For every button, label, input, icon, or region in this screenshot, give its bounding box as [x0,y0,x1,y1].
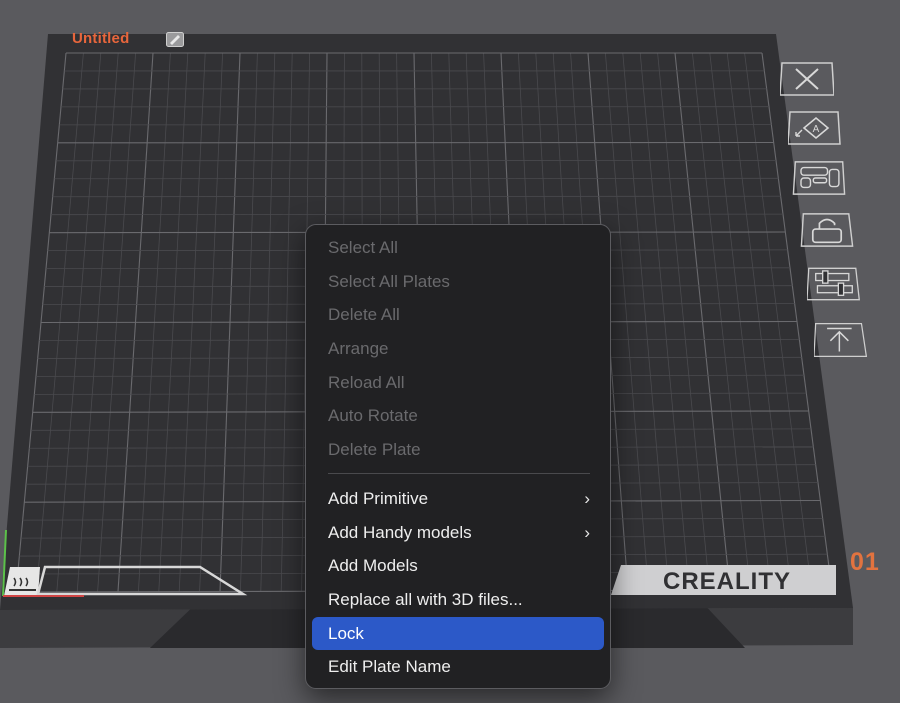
menu-item-edit-plate-name[interactable]: Edit Plate Name [312,650,604,684]
brand-logo: CREALITY [611,565,836,595]
context-menu-disabled-group: Select All Select All Plates Delete All … [306,231,610,467]
plate-settings-icon [807,267,860,301]
context-menu-enabled-group: Add Primitive › Add Handy models › Add M… [306,482,610,684]
lock-plate-button[interactable] [800,212,854,248]
menu-separator [328,473,590,474]
menu-item-delete-all: Delete All [328,305,400,325]
delete-plate-button[interactable] [780,61,834,97]
orient-plate-button[interactable]: A [788,110,842,146]
move-plate-to-front-button[interactable] [814,322,868,358]
heated-bed-icon [4,567,40,596]
menu-item-auto-rotate: Auto Rotate [328,406,418,426]
plate-settings-button[interactable] [807,266,861,302]
chevron-right-icon: › [584,522,590,542]
move-to-top-icon [814,323,868,357]
menu-item-add-models[interactable]: Add Models [312,549,604,583]
brand-logo-text: CREALITY [663,568,791,595]
context-menu[interactable]: Select All Select All Plates Delete All … [305,224,611,689]
edit-icon[interactable] [166,32,184,47]
auto-orient-icon: A [788,111,841,145]
plate-name-label[interactable]: Untitled [72,30,129,47]
lock-icon [800,213,854,247]
chevron-right-icon: › [584,489,590,508]
menu-item-select-all-plates: Select All Plates [328,271,450,291]
menu-item-delete-plate: Delete Plate [328,440,421,460]
menu-item-replace-all-3d-files[interactable]: Replace all with 3D files... [312,583,604,617]
3d-viewport[interactable]: Untitled CREALITY 01 A Select All Select… [0,0,900,703]
svg-text:A: A [813,124,820,135]
menu-item-add-handy-models[interactable]: Add Handy models › [312,516,604,550]
arrange-icon [792,161,846,195]
menu-item-add-primitive[interactable]: Add Primitive › [312,482,604,516]
menu-item-reload-all: Reload All [328,372,405,392]
menu-item-arrange: Arrange [328,339,389,359]
close-icon [780,62,834,96]
menu-item-select-all: Select All [328,238,398,257]
menu-item-lock[interactable]: Lock [312,616,604,651]
plate-number-label: 01 [850,548,880,576]
arrange-plate-button[interactable] [792,160,846,196]
